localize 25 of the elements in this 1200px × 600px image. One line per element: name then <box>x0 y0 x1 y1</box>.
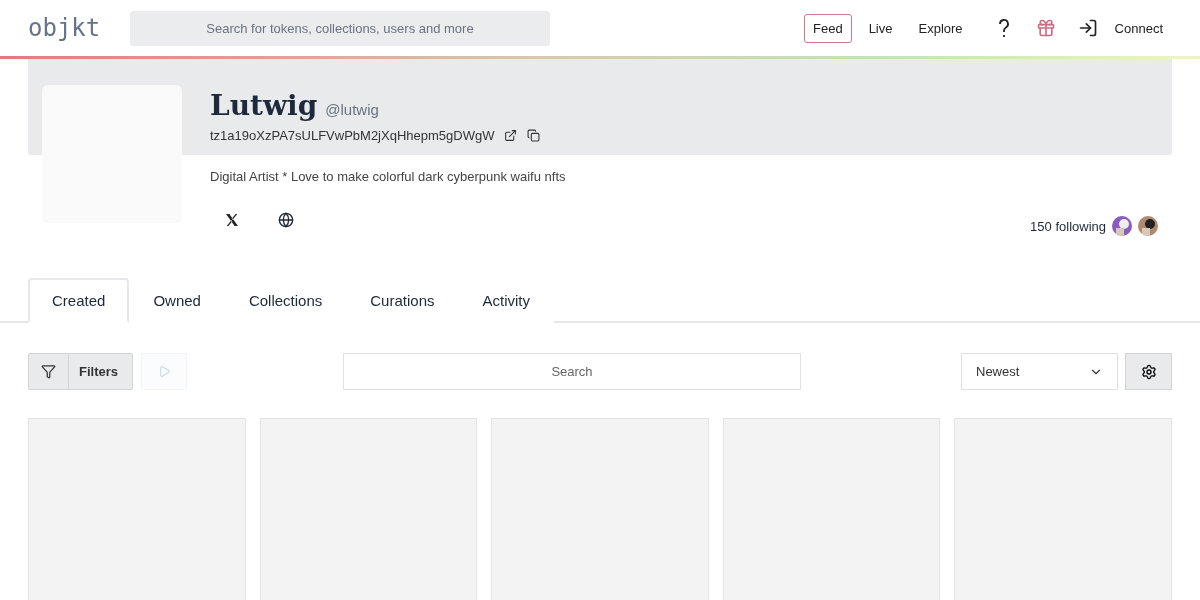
profile-handle: @lutwig <box>325 101 379 118</box>
following-count[interactable]: 150 following <box>1030 218 1106 234</box>
wallet-address: tz1a19oXzPA7sULFVwPbM2jXqHhepm5gDWgW <box>210 128 495 143</box>
nav-link[interactable]: Explore <box>909 13 972 43</box>
nav-link[interactable]: Live <box>859 13 902 43</box>
filter-icon <box>41 364 56 379</box>
profile-name: Lutwig <box>210 89 318 122</box>
search-field[interactable]: Search <box>343 353 801 390</box>
globe-icon[interactable] <box>278 212 294 228</box>
x-logo-icon[interactable] <box>224 212 240 228</box>
gift-icon[interactable] <box>1035 18 1056 38</box>
login-icon[interactable] <box>1077 18 1098 38</box>
tab[interactable]: Created <box>28 278 130 323</box>
logo[interactable]: objkt <box>28 14 96 42</box>
play-icon <box>157 365 171 378</box>
search-field[interactable]: Search for tokens, collections, users and more <box>130 10 550 46</box>
settings-icon <box>1140 363 1157 380</box>
nav-link[interactable]: Feed <box>804 13 852 43</box>
sort-dropdown[interactable]: Newest <box>961 353 1118 390</box>
filters-button[interactable]: Filters <box>28 353 133 390</box>
profile-bio: Digital Artist * Love to make colorful dark cyberpunk waifu nfts <box>210 169 567 184</box>
settings-button[interactable] <box>1125 353 1172 390</box>
copy-icon[interactable] <box>527 129 541 142</box>
external-link-icon[interactable] <box>504 129 518 142</box>
connect-link[interactable]: Connect <box>1105 13 1172 43</box>
